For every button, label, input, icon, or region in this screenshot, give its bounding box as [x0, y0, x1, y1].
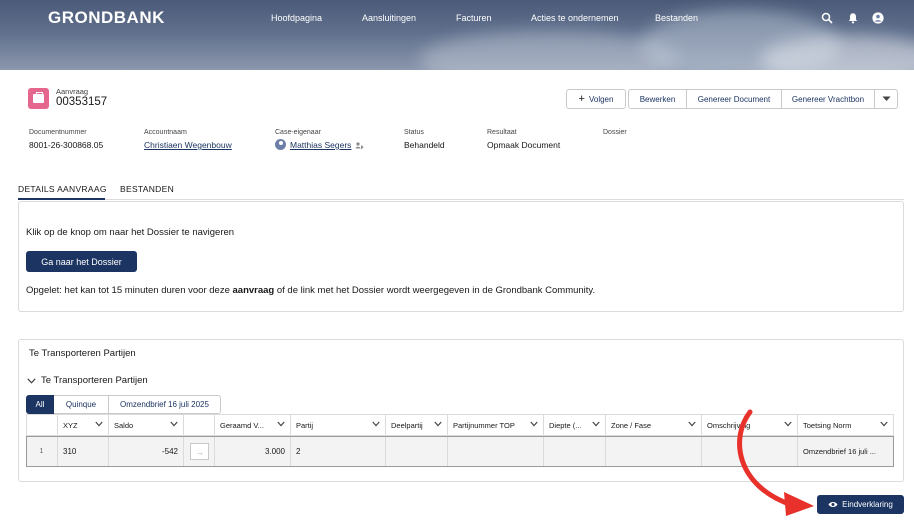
cell-diepte[interactable] — [544, 436, 606, 467]
plus-icon: + — [578, 93, 585, 105]
column-header-partij-label: Partij — [296, 420, 314, 430]
field-label-status: Status — [404, 129, 424, 136]
field-label-documentnummer: Documentnummer — [29, 129, 87, 136]
generate-document-button[interactable]: Genereer Document — [687, 89, 782, 109]
column-header-zone-label: Zone / Fase — [611, 420, 652, 430]
follow-button-label: Volgen — [588, 94, 614, 104]
chevron-down-icon[interactable] — [880, 421, 888, 427]
nav-item-bestanden[interactable]: Bestanden — [655, 13, 698, 23]
field-value-case-eigenaar[interactable]: Matthias Segers — [290, 140, 351, 150]
column-header-partij[interactable]: Partij — [291, 414, 386, 436]
owner-avatar-icon — [275, 139, 286, 150]
column-header-xyz[interactable]: XYZ — [58, 414, 109, 436]
subsection-title[interactable]: Te Transporteren Partijen — [41, 375, 148, 386]
chevron-down-icon[interactable] — [372, 421, 380, 427]
column-header-diepte[interactable]: Diepte (... — [544, 414, 606, 436]
field-label-dossier: Dossier — [603, 129, 627, 136]
row-number: 1 — [26, 436, 58, 467]
cell-saldo[interactable]: -542 — [109, 436, 184, 467]
column-header-deelpartij[interactable]: Deelpartij — [386, 414, 448, 436]
top-banner: GRONDBANK Hoofdpagina Aansluitingen Fact… — [0, 0, 914, 70]
field-label-case-eigenaar: Case-eigenaar — [275, 129, 321, 136]
chevron-down-icon[interactable] — [277, 421, 285, 427]
eye-icon — [828, 502, 838, 507]
nav-item-hoofdpagina[interactable]: Hoofdpagina — [271, 13, 322, 23]
go-to-dossier-button[interactable]: Ga naar het Dossier — [26, 251, 137, 272]
cell-geraamd[interactable]: 3.000 — [215, 436, 291, 467]
column-header-rownum — [26, 414, 58, 436]
column-header-saldo[interactable]: Saldo — [109, 414, 184, 436]
chevron-down-icon[interactable] — [592, 421, 600, 427]
column-header-saldo-label: Saldo — [114, 420, 134, 430]
follow-button[interactable]: + Volgen — [566, 89, 626, 109]
field-value-accountnaam[interactable]: Christiaen Wegenbouw — [144, 140, 232, 150]
user-avatar-icon[interactable] — [872, 12, 884, 24]
tab-details-aanvraag[interactable]: DETAILS AANVRAAG — [18, 184, 107, 194]
chevron-down-icon[interactable] — [95, 421, 103, 427]
warning-suffix: of de link met het Dossier wordt weergeg… — [274, 285, 596, 296]
eindverklaring-button[interactable]: Eindverklaring — [817, 495, 904, 514]
cell-partij[interactable]: 2 — [291, 436, 386, 467]
record-action-buttons: + Volgen Bewerken Genereer Document Gene… — [566, 89, 898, 109]
arrow-right-icon[interactable]: → — [190, 443, 209, 460]
bell-icon[interactable] — [847, 12, 859, 24]
tab-bestanden[interactable]: BESTANDEN — [120, 184, 174, 194]
dossier-instruction-text: Klik op de knop om naar het Dossier te n… — [26, 227, 235, 238]
warning-prefix: Opgelet: het kan tot 15 minuten duren vo… — [26, 285, 233, 296]
chevron-down-icon[interactable] — [170, 421, 178, 427]
filter-tab-omzendbrief[interactable]: Omzendbrief 16 juli 2025 — [108, 395, 221, 414]
search-icon[interactable] — [821, 12, 833, 24]
record-number: 00353157 — [56, 96, 108, 108]
section-title: Te Transporteren Partijen — [29, 348, 136, 359]
nav-item-acties[interactable]: Acties te ondernemen — [531, 13, 619, 23]
nav-item-facturen[interactable]: Facturen — [456, 13, 492, 23]
column-header-geraamd-label: Geraamd V... — [220, 420, 264, 430]
collapse-chevron-icon[interactable] — [27, 378, 36, 384]
column-header-deelpartij-label: Deelpartij — [391, 420, 423, 430]
field-value-documentnummer: 8001-26-300868.05 — [29, 140, 104, 150]
filter-tab-quinque[interactable]: Quinque — [54, 395, 109, 414]
cell-zone[interactable] — [606, 436, 702, 467]
brand-logo[interactable]: GRONDBANK — [48, 8, 165, 28]
chevron-down-icon[interactable] — [688, 421, 696, 427]
active-tab-indicator — [18, 198, 105, 200]
column-header-xyz-label: XYZ — [63, 420, 78, 430]
field-value-resultaat: Opmaak Document — [487, 140, 561, 150]
column-header-partijnummer-label: Partijnummer TOP — [453, 420, 515, 430]
column-header-action — [184, 414, 215, 436]
cell-deelpartij[interactable] — [386, 436, 448, 467]
field-label-accountnaam: Accountnaam — [144, 129, 187, 136]
warning-bold: aanvraag — [232, 285, 275, 296]
nav-item-aansluitingen[interactable]: Aansluitingen — [362, 13, 416, 23]
filter-tab-all[interactable]: All — [26, 395, 54, 414]
record-type-label: Aanvraag — [56, 87, 89, 96]
chevron-down-icon[interactable] — [434, 421, 442, 427]
column-header-geraamd[interactable]: Geraamd V... — [215, 414, 291, 436]
cell-partijnummer[interactable] — [448, 436, 544, 467]
field-label-resultaat: Resultaat — [487, 129, 517, 136]
red-arrow-annotation — [737, 409, 814, 516]
dossier-warning-text: Opgelet: het kan tot 15 minuten duren vo… — [26, 285, 595, 296]
chevron-down-icon — [882, 96, 890, 101]
tab-bar-divider — [18, 199, 904, 200]
case-record-icon — [28, 88, 49, 109]
eindverklaring-label: Eindverklaring — [842, 500, 893, 509]
more-actions-button[interactable] — [875, 89, 898, 109]
cell-xyz[interactable]: 310 — [58, 436, 109, 467]
generate-vrachtbon-button[interactable]: Genereer Vrachtbon — [782, 89, 875, 109]
edit-button[interactable]: Bewerken — [628, 89, 687, 109]
change-owner-icon[interactable] — [355, 141, 364, 150]
field-value-status: Behandeld — [404, 140, 445, 150]
column-header-partijnummer[interactable]: Partijnummer TOP — [448, 414, 544, 436]
column-header-diepte-label: Diepte (... — [549, 420, 582, 430]
chevron-down-icon[interactable] — [530, 421, 538, 427]
column-header-zone[interactable]: Zone / Fase — [606, 414, 702, 436]
